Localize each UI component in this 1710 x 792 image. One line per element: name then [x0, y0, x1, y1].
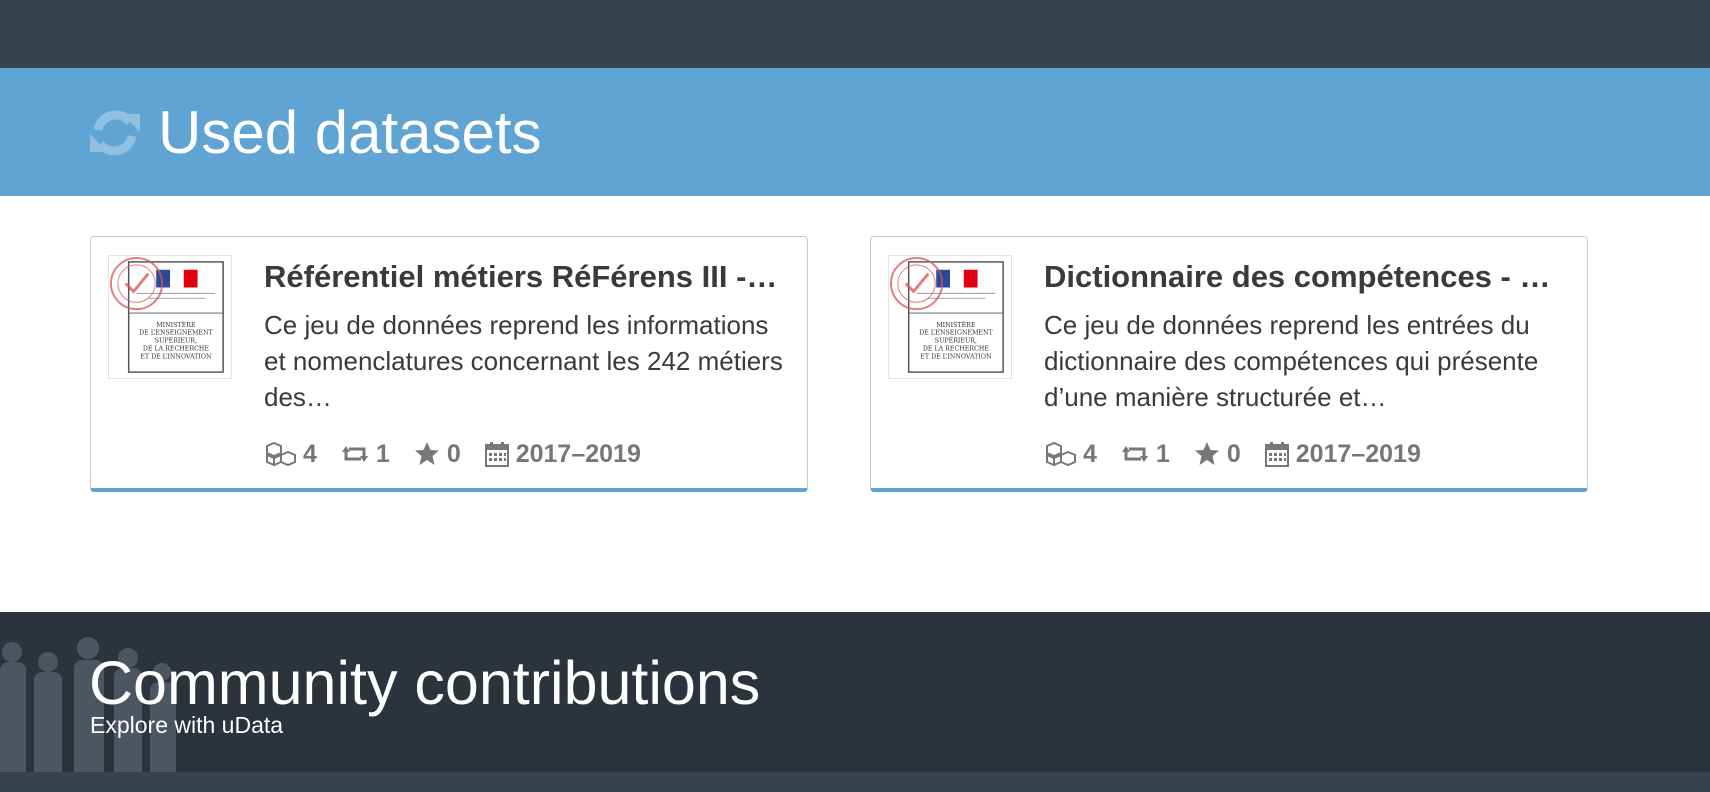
- reuses-count: 1: [1155, 439, 1170, 468]
- logo-line: MINISTÈRE: [156, 321, 196, 329]
- stars-count: 0: [1226, 439, 1241, 468]
- logo-line: DE L’ENSEIGNEMENT: [919, 330, 993, 337]
- star-icon: [414, 442, 439, 465]
- community-subtitle[interactable]: Explore with uData: [90, 710, 283, 740]
- period-stat: 2017–2019: [1264, 439, 1421, 469]
- logo-line: SUPÉRIEUR,: [935, 337, 977, 345]
- resources-stat: 4: [1044, 440, 1097, 469]
- resources-stat: 4: [264, 440, 317, 469]
- logo-line: DE LA RECHERCHE: [923, 345, 990, 352]
- stars-stat: 0: [414, 440, 461, 469]
- dataset-description: Ce jeu de données reprend les informatio…: [264, 310, 783, 412]
- calendar-icon: [1264, 442, 1289, 467]
- refresh-icon: [90, 110, 140, 156]
- dataset-stats: 4 1 0 2017–2019: [1044, 437, 1445, 471]
- reuses-stat: 1: [1121, 440, 1170, 469]
- retweet-icon: [341, 446, 368, 462]
- star-icon: [1194, 442, 1219, 465]
- resources-count: 4: [303, 439, 317, 468]
- period-stat: 2017–2019: [484, 439, 641, 469]
- logo-line: ET DE L’INNOVATION: [140, 353, 212, 360]
- logo-line: DE L’ENSEIGNEMENT: [139, 330, 213, 337]
- logo-line: MINISTÈRE: [936, 321, 976, 329]
- community-title: Community contributions: [89, 649, 761, 717]
- cubes-icon: [1046, 441, 1076, 467]
- dataset-description: Ce jeu de données reprend les entrées du…: [1044, 310, 1539, 412]
- retweet-icon: [1121, 446, 1148, 462]
- reuses-count: 1: [375, 439, 390, 468]
- ministry-logo: MINISTÈRE DE L’ENSEIGNEMENT SUPÉRIEUR, D…: [108, 255, 232, 379]
- dataset-card[interactable]: MINISTÈRE DE L’ENSEIGNEMENT SUPÉRIEUR, D…: [870, 236, 1588, 492]
- dataset-card[interactable]: MINISTÈRE DE L’ENSEIGNEMENT SUPÉRIEUR, D…: [90, 236, 808, 492]
- logo-line: SUPÉRIEUR,: [155, 337, 197, 345]
- stars-stat: 0: [1194, 440, 1241, 469]
- logo-line: DE LA RECHERCHE: [143, 345, 210, 352]
- dataset-title[interactable]: Dictionnaire des compétences - RéFérens …: [1044, 257, 1564, 297]
- community-section: Community contributions Explore with uDa…: [0, 612, 1710, 772]
- calendar-icon: [484, 442, 509, 467]
- stars-count: 0: [446, 439, 461, 468]
- dataset-title[interactable]: Référentiel métiers RéFérens III - Réper…: [264, 257, 784, 297]
- ministry-logo: MINISTÈRE DE L’ENSEIGNEMENT SUPÉRIEUR, D…: [888, 255, 1012, 379]
- reuses-stat: 1: [341, 440, 390, 469]
- bottom-bar: [0, 772, 1710, 792]
- period-value: 2017–2019: [1295, 439, 1421, 468]
- resources-count: 4: [1083, 439, 1097, 468]
- period-value: 2017–2019: [515, 439, 641, 468]
- dataset-stats: 4 1 0 2017–2019: [264, 437, 665, 471]
- logo-line: ET DE L’INNOVATION: [920, 353, 992, 360]
- section-title: Used datasets: [158, 99, 542, 166]
- section-header: Used datasets: [0, 68, 1710, 196]
- top-navbar: [0, 0, 1710, 68]
- cubes-icon: [266, 441, 296, 467]
- dataset-cards: MINISTÈRE DE L’ENSEIGNEMENT SUPÉRIEUR, D…: [0, 196, 1710, 612]
